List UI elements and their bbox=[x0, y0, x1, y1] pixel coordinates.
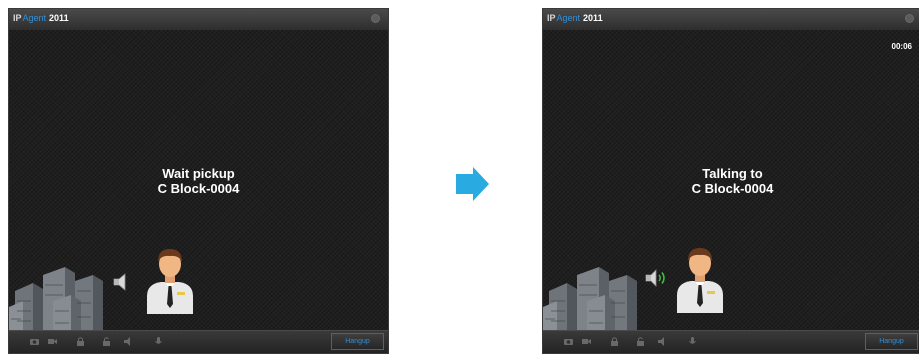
brand-year: 2011 bbox=[49, 13, 69, 23]
lock-icon[interactable] bbox=[75, 336, 86, 347]
microphone-icon[interactable] bbox=[687, 336, 698, 347]
volume-icon[interactable] bbox=[657, 336, 668, 347]
hangup-button[interactable]: Hangup bbox=[865, 333, 918, 350]
status-line-1: Wait pickup bbox=[162, 166, 235, 181]
video-icon[interactable] bbox=[581, 336, 592, 347]
call-status: Talking to C Block-0004 bbox=[543, 166, 919, 196]
lock-icon[interactable] bbox=[609, 336, 620, 347]
status-line-1: Talking to bbox=[702, 166, 763, 181]
arrow-right-icon bbox=[456, 167, 489, 201]
brand-ip: IP bbox=[13, 13, 22, 23]
speaker-sound-waves-icon bbox=[645, 269, 665, 287]
call-window-talking: IPAgent 2011 00:06 Talking to C Block-000… bbox=[542, 8, 919, 354]
close-icon[interactable] bbox=[905, 14, 914, 23]
call-toolbar: Hangup bbox=[9, 330, 388, 353]
stage: IPAgent 2011 Wait pickup C Block-0004 Ha… bbox=[0, 0, 919, 357]
brand-year: 2011 bbox=[583, 13, 603, 23]
close-icon[interactable] bbox=[371, 14, 380, 23]
app-brand: IPAgent 2011 bbox=[13, 13, 69, 23]
brand-ip: IP bbox=[547, 13, 556, 23]
brand-agent: Agent bbox=[22, 13, 47, 23]
hangup-button[interactable]: Hangup bbox=[331, 333, 384, 350]
call-window-waiting: IPAgent 2011 Wait pickup C Block-0004 Ha… bbox=[8, 8, 389, 354]
brand-agent: Agent bbox=[556, 13, 581, 23]
app-brand: IPAgent 2011 bbox=[547, 13, 603, 23]
camera-icon[interactable] bbox=[29, 336, 40, 347]
call-toolbar: Hangup bbox=[543, 330, 919, 353]
microphone-icon[interactable] bbox=[153, 336, 164, 347]
speaker-icon bbox=[113, 273, 126, 291]
agent-person-icon bbox=[677, 248, 723, 313]
title-bar: IPAgent 2011 bbox=[543, 9, 919, 31]
call-status: Wait pickup C Block-0004 bbox=[9, 166, 388, 196]
video-icon[interactable] bbox=[47, 336, 58, 347]
agent-person-icon bbox=[147, 249, 193, 314]
unlock-icon[interactable] bbox=[635, 336, 646, 347]
status-line-2: C Block-0004 bbox=[691, 181, 774, 196]
volume-icon[interactable] bbox=[123, 336, 134, 347]
camera-icon[interactable] bbox=[563, 336, 574, 347]
call-timer: 00:06 bbox=[891, 42, 912, 51]
title-bar: IPAgent 2011 bbox=[9, 9, 388, 31]
unlock-icon[interactable] bbox=[101, 336, 112, 347]
status-line-2: C Block-0004 bbox=[157, 181, 240, 196]
